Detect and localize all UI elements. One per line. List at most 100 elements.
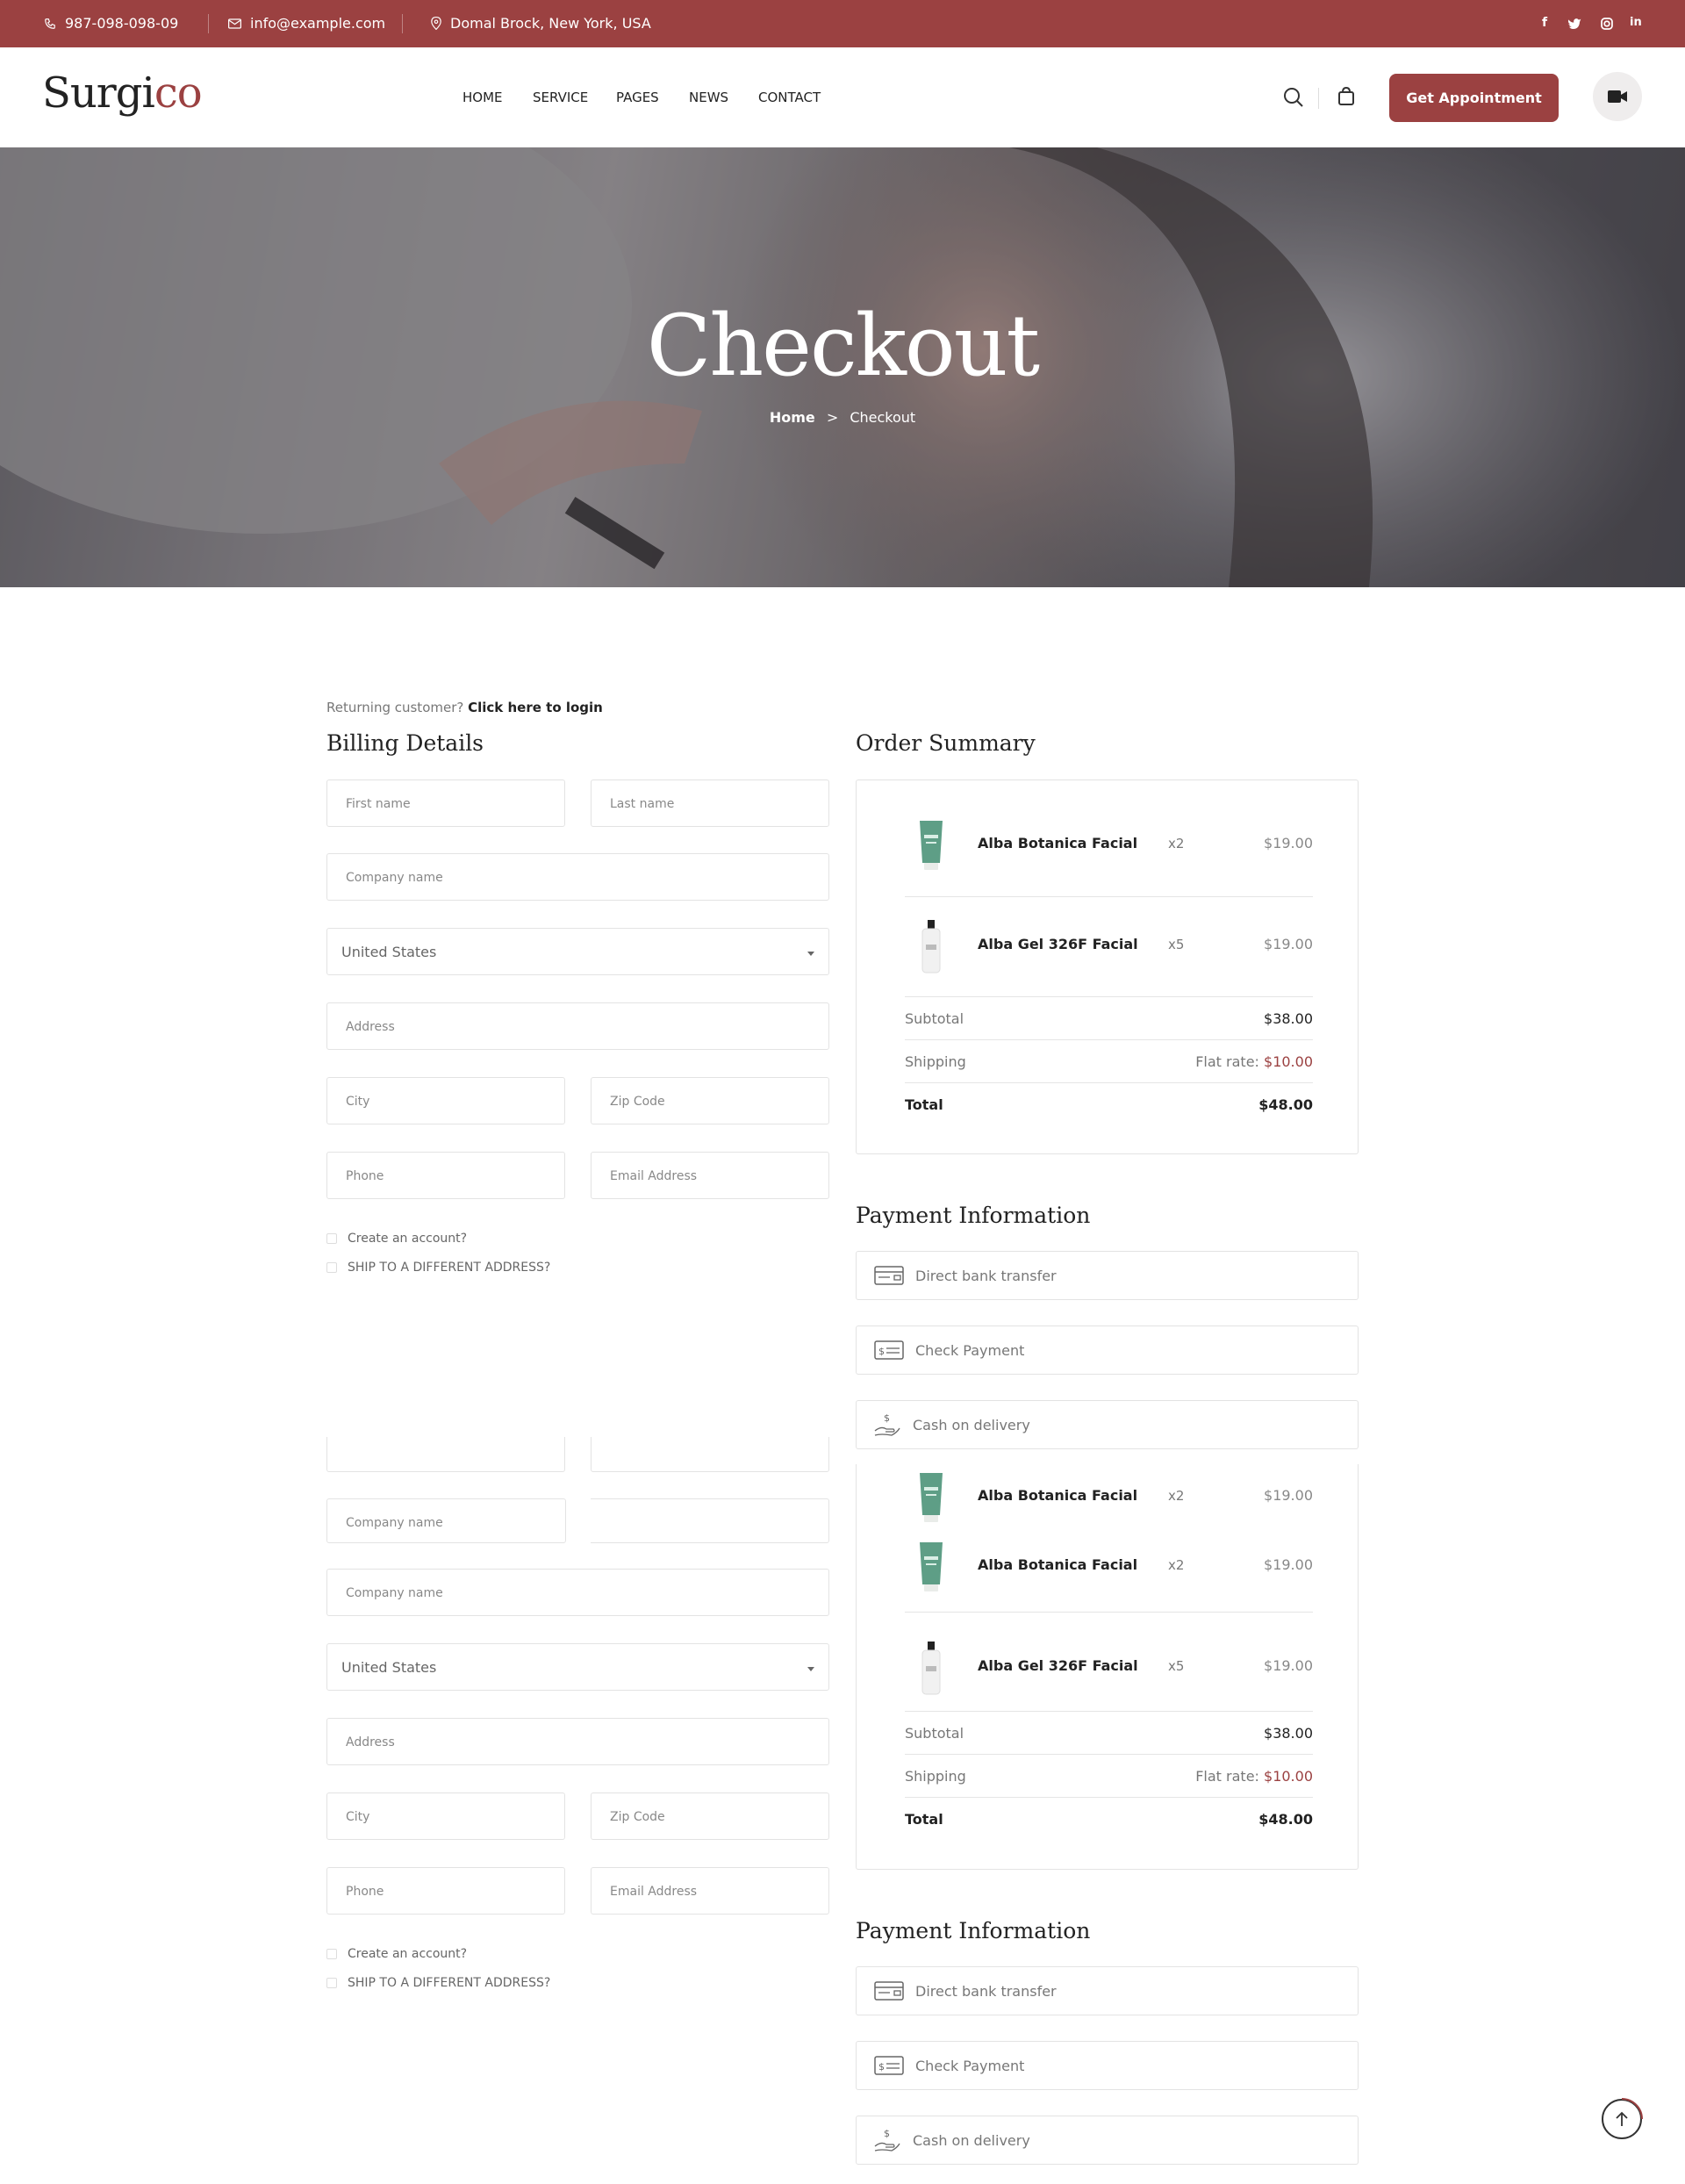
last-name-field[interactable]: Last name: [591, 779, 829, 827]
product-qty: x5: [1168, 1658, 1185, 1674]
subtotal-row: Subtotal $38.00: [905, 1725, 1313, 1742]
email-field[interactable]: Email Address: [591, 1152, 829, 1199]
last-name-field-fragment[interactable]: [591, 1437, 829, 1472]
divider: [905, 996, 1313, 997]
linkedin-icon[interactable]: in: [1630, 16, 1642, 29]
country-select[interactable]: United States: [326, 1643, 829, 1691]
breadcrumb: Home > Checkout: [0, 409, 1685, 426]
svg-text:$: $: [884, 1412, 890, 1424]
divider: [905, 1082, 1313, 1083]
company-name-field[interactable]: Company name: [326, 1498, 566, 1543]
first-name-field[interactable]: First name: [326, 779, 565, 827]
placeholder: Address: [346, 1735, 395, 1749]
svg-text:$: $: [884, 2128, 890, 2139]
total-label: Total: [905, 1096, 943, 1113]
order-summary-title: Order Summary: [856, 730, 1036, 756]
city-field[interactable]: City: [326, 1077, 565, 1124]
selected-value: United States: [341, 1659, 437, 1676]
divider: [905, 1612, 1313, 1613]
placeholder: City: [346, 1095, 370, 1109]
checkbox-label: Create an account?: [348, 1947, 468, 1961]
checkbox[interactable]: [326, 1978, 337, 1988]
address-text: Domal Brock, New York, USA: [450, 15, 651, 32]
field-fragment[interactable]: [591, 1498, 829, 1543]
ship-different-checkbox[interactable]: SHIP TO A DIFFERENT ADDRESS?: [326, 1976, 550, 1990]
get-appointment-button[interactable]: Get Appointment: [1389, 74, 1559, 122]
order-summary-box: Alba Botanica Facial x2 $19.00 Alba Gel …: [856, 779, 1359, 1154]
company-name-field[interactable]: Company name: [326, 1569, 829, 1616]
divider: [208, 14, 209, 33]
breadcrumb-home[interactable]: Home: [770, 409, 815, 426]
twitter-icon[interactable]: [1567, 18, 1581, 30]
login-link[interactable]: Click here to login: [468, 700, 603, 715]
cash-hand-icon: $: [874, 1412, 900, 1436]
shopping-bag-icon[interactable]: [1337, 87, 1355, 106]
facebook-icon[interactable]: f: [1542, 16, 1547, 30]
mail-icon: [228, 18, 241, 29]
nav-contact[interactable]: CONTACT: [758, 90, 821, 105]
shipping-label: Shipping: [905, 1768, 966, 1785]
phone-field[interactable]: Phone: [326, 1867, 565, 1915]
order-item: Alba Botanica Facial x2 $19.00: [905, 1468, 1313, 1529]
shipping-prefix: Flat rate:: [1195, 1768, 1259, 1785]
video-button[interactable]: [1593, 72, 1642, 121]
payment-bank-transfer[interactable]: Direct bank transfer: [856, 1251, 1359, 1300]
payment-cash-on-delivery[interactable]: $ Cash on delivery: [856, 1400, 1359, 1449]
payment-check[interactable]: $ Check Payment: [856, 1325, 1359, 1375]
checkbox-label: SHIP TO A DIFFERENT ADDRESS?: [348, 1261, 551, 1275]
checkbox[interactable]: [326, 1262, 337, 1273]
product-price: $19.00: [1264, 1487, 1313, 1504]
product-name: Alba Botanica Facial: [978, 1556, 1138, 1573]
subtotal-row: Subtotal $38.00: [905, 1010, 1313, 1027]
first-name-field-fragment[interactable]: [326, 1437, 565, 1472]
product-price: $19.00: [1264, 1657, 1313, 1674]
logo-text: Surgi: [42, 68, 155, 118]
checkbox[interactable]: [326, 1949, 337, 1959]
create-account-checkbox[interactable]: Create an account?: [326, 1232, 467, 1246]
chevron-right-icon: >: [826, 409, 839, 426]
nav-service[interactable]: SERVICE: [533, 90, 588, 105]
zip-code-field[interactable]: Zip Code: [591, 1792, 829, 1840]
phone-info[interactable]: 987-098-098-09: [44, 15, 178, 32]
placeholder: City: [346, 1810, 370, 1824]
address-field[interactable]: Address: [326, 1718, 829, 1765]
instagram-icon[interactable]: [1601, 18, 1613, 30]
caret-down-icon: [807, 1667, 814, 1671]
nav-home[interactable]: HOME: [462, 90, 503, 105]
payment-bank-transfer[interactable]: Direct bank transfer: [856, 1966, 1359, 2015]
placeholder: Phone: [346, 1885, 384, 1899]
payment-label: Direct bank transfer: [915, 1268, 1057, 1284]
ship-different-checkbox[interactable]: SHIP TO A DIFFERENT ADDRESS?: [326, 1261, 550, 1275]
payment-label: Check Payment: [915, 2058, 1025, 2074]
phone-field[interactable]: Phone: [326, 1152, 565, 1199]
nav-news[interactable]: NEWS: [689, 90, 728, 105]
create-account-checkbox[interactable]: Create an account?: [326, 1947, 467, 1961]
country-select[interactable]: United States: [326, 928, 829, 975]
logo[interactable]: Surgico: [42, 68, 203, 118]
search-icon[interactable]: [1283, 87, 1304, 108]
placeholder: Company name: [346, 1586, 443, 1600]
returning-customer-notice: Returning customer? Click here to login: [326, 700, 603, 715]
zip-code-field[interactable]: Zip Code: [591, 1077, 829, 1124]
city-field[interactable]: City: [326, 1792, 565, 1840]
shipping-prefix: Flat rate:: [1195, 1053, 1259, 1070]
main-header: Surgico HOME SERVICE PAGES NEWS CONTACT …: [0, 47, 1685, 147]
product-bottle-image: [921, 920, 941, 973]
selected-value: United States: [341, 944, 437, 960]
address-field[interactable]: Address: [326, 1002, 829, 1050]
payment-cash-on-delivery[interactable]: $ Cash on delivery: [856, 2116, 1359, 2165]
payment-check[interactable]: $ Check Payment: [856, 2041, 1359, 2090]
placeholder: Email Address: [610, 1885, 698, 1899]
email-info[interactable]: info@example.com: [228, 15, 385, 32]
order-summary-box: Alba Botanica Facial x2 $19.00 Alba Bota…: [856, 1464, 1359, 1870]
subtotal-value: $38.00: [1264, 1010, 1313, 1027]
email-field[interactable]: Email Address: [591, 1867, 829, 1915]
divider: [905, 1711, 1313, 1712]
product-bottle-image: [921, 1642, 941, 1695]
video-camera-icon: [1608, 90, 1627, 103]
billing-title: Billing Details: [326, 730, 484, 756]
nav-pages[interactable]: PAGES: [616, 90, 659, 105]
company-name-field[interactable]: Company name: [326, 853, 829, 901]
checkbox[interactable]: [326, 1233, 337, 1244]
shipping-value: $10.00: [1264, 1053, 1313, 1070]
